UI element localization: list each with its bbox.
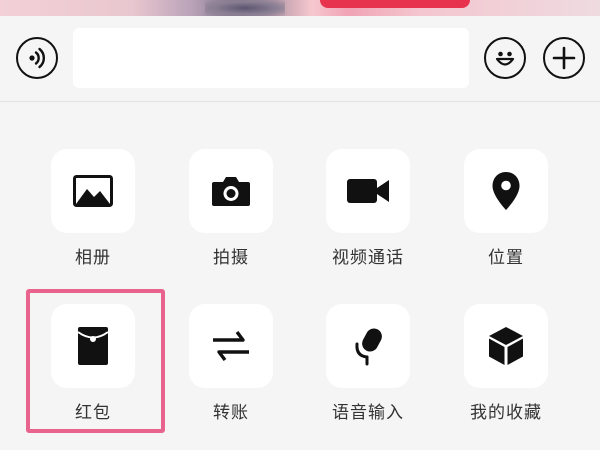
camera-button[interactable] (189, 149, 273, 233)
favorites-button[interactable] (464, 304, 548, 388)
chat-background-art (205, 0, 285, 16)
album-label: 相册 (75, 248, 111, 268)
red-packet-icon (77, 326, 109, 366)
video-call-label: 视频通话 (332, 248, 404, 268)
more-functions-button[interactable] (543, 37, 585, 79)
emoji-button[interactable] (484, 37, 526, 79)
plus-icon (551, 45, 577, 71)
red-packet-button[interactable] (51, 304, 135, 388)
voice-wave-icon (24, 45, 50, 71)
message-input[interactable] (73, 28, 469, 88)
transfer-button[interactable] (189, 304, 273, 388)
voice-input-button[interactable] (16, 37, 58, 79)
transfer-label: 转账 (213, 403, 249, 423)
transfer-icon (211, 329, 251, 363)
smiley-face-icon (490, 43, 520, 73)
location-pin-icon (491, 171, 521, 211)
location-button[interactable] (464, 149, 548, 233)
camera-icon (211, 175, 251, 207)
location-label: 位置 (488, 248, 524, 268)
voice-input-panel-button[interactable] (326, 304, 410, 388)
video-camera-icon (346, 177, 390, 205)
chat-input-bar (0, 16, 600, 102)
voice-input-label: 语音输入 (332, 403, 404, 423)
video-call-button[interactable] (326, 149, 410, 233)
cube-icon (487, 326, 525, 366)
chat-background-art (320, 0, 470, 8)
microphone-icon (351, 326, 385, 366)
chat-background-strip (0, 0, 600, 16)
camera-label: 拍摄 (213, 248, 249, 268)
album-button[interactable] (51, 149, 135, 233)
image-icon (73, 175, 113, 207)
red-packet-label: 红包 (75, 403, 111, 423)
favorites-label: 我的收藏 (470, 403, 542, 423)
more-functions-panel: 相册 拍摄 视频通话 位置 红包 转账 语音输入 我的收藏 (0, 103, 600, 450)
